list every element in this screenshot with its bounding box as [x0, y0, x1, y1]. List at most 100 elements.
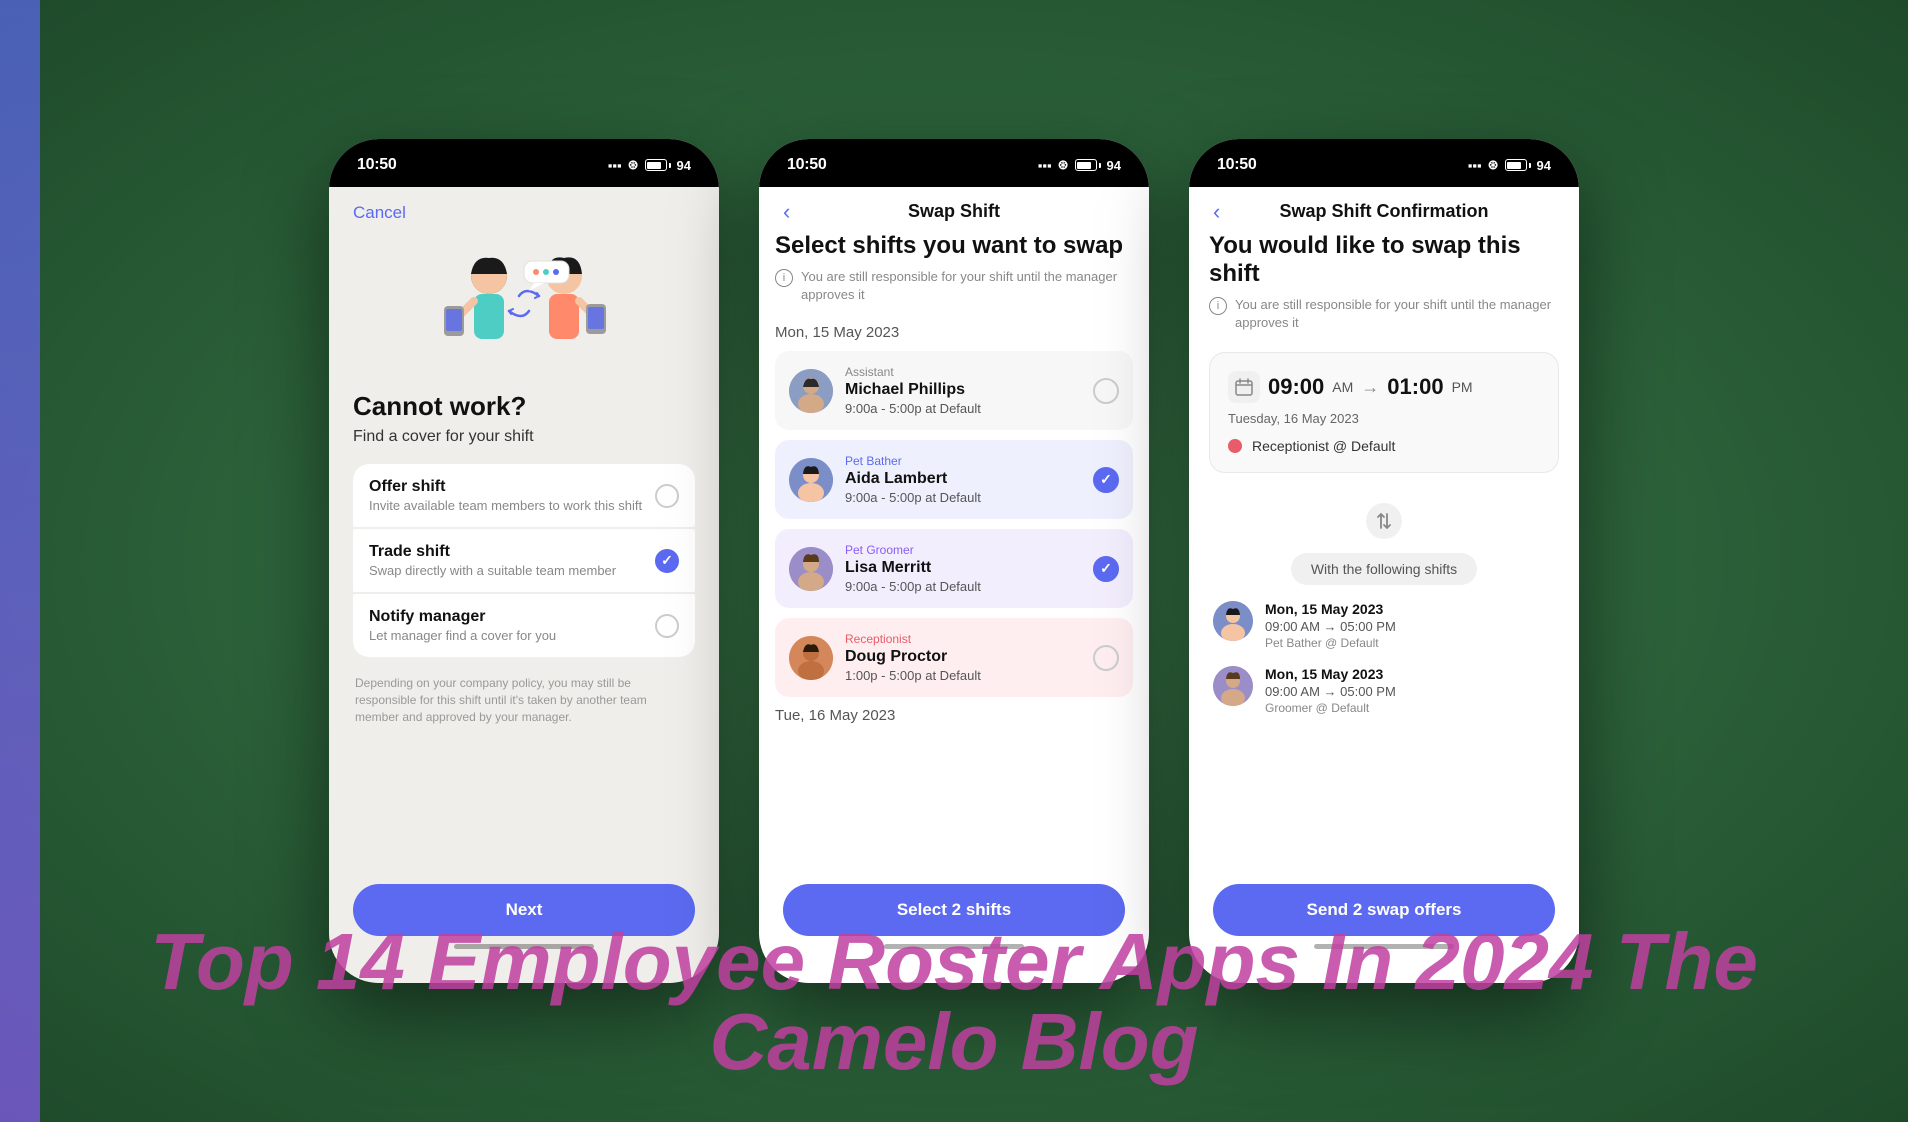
- shift-info-aida: Pet Bather Aida Lambert 9:00a - 5:00p at…: [845, 454, 1081, 505]
- shift-time-aida: 9:00a - 5:00p at Default: [845, 490, 1081, 505]
- shift-role-aida: Pet Bather: [845, 454, 1081, 468]
- avatar-michael: [789, 369, 833, 413]
- shift-info-lisa: Pet Groomer Lisa Merritt 9:00a - 5:00p a…: [845, 543, 1081, 594]
- select-shifts-button[interactable]: Select 2 shifts: [783, 884, 1125, 936]
- status-icons-2: ▪▪▪ ⊛ 94: [1038, 157, 1121, 173]
- left-accent-bar: [0, 0, 40, 1122]
- signal-icon-1: ▪▪▪: [608, 158, 622, 173]
- signal-icon-2: ▪▪▪: [1038, 158, 1052, 173]
- info-icon-2: i: [775, 269, 793, 287]
- notify-manager-desc: Let manager find a cover for you: [369, 628, 556, 643]
- info-banner-3: i You are still responsible for your shi…: [1209, 296, 1559, 332]
- phone3-bottom: Send 2 swap offers: [1189, 868, 1579, 983]
- swap-arrows: [1209, 489, 1559, 553]
- shift-name-aida: Aida Lambert: [845, 470, 1081, 488]
- start-time: 09:00: [1268, 374, 1324, 400]
- policy-note: Depending on your company policy, you ma…: [353, 675, 695, 725]
- status-bar-3: 10:50 ▪▪▪ ⊛ 94: [1189, 139, 1579, 187]
- phone-1: 10:50 ▪▪▪ ⊛ 94 Cancel: [329, 139, 719, 983]
- shift-select-michael[interactable]: [1093, 378, 1119, 404]
- phone1-illustration: [329, 231, 719, 391]
- option-notify-manager[interactable]: Notify manager Let manager find a cover …: [353, 594, 695, 657]
- with-following-row: With the following shifts: [1209, 553, 1559, 585]
- shift-card-lisa[interactable]: Pet Groomer Lisa Merritt 9:00a - 5:00p a…: [775, 529, 1133, 608]
- swap-date-1: Mon, 15 May 2023: [1265, 601, 1396, 617]
- swap-avatar-1: [1213, 601, 1253, 641]
- avatar-aida: [789, 458, 833, 502]
- conf-role-text: Receptionist @ Default: [1252, 438, 1395, 454]
- end-time: 01:00: [1387, 374, 1443, 400]
- avatar-doug: [789, 636, 833, 680]
- end-period: PM: [1452, 379, 1473, 395]
- wifi-icon-1: ⊛: [628, 157, 639, 173]
- conf-time: 09:00 AM → 01:00 PM: [1268, 374, 1473, 400]
- notify-manager-radio[interactable]: [655, 614, 679, 638]
- role-dot: [1228, 439, 1242, 453]
- shift-select-lisa[interactable]: [1093, 556, 1119, 582]
- phone2-bottom: Select 2 shifts: [759, 868, 1149, 983]
- shift-name-michael: Michael Phillips: [845, 381, 1081, 399]
- conf-role-row: Receptionist @ Default: [1228, 438, 1540, 454]
- shift-card-doug[interactable]: Receptionist Doug Proctor 1:00p - 5:00p …: [775, 618, 1133, 697]
- cannot-work-title: Cannot work?: [353, 391, 695, 422]
- section-title-2: Select shifts you want to swap: [775, 232, 1133, 260]
- offer-shift-desc: Invite available team members to work th…: [369, 498, 642, 513]
- phone1-bottom: Next: [329, 868, 719, 983]
- time-1: 10:50: [357, 156, 396, 174]
- send-swap-offers-button[interactable]: Send 2 swap offers: [1213, 884, 1555, 936]
- shift-role-michael: Assistant: [845, 365, 1081, 379]
- time-3: 10:50: [1217, 156, 1256, 174]
- cancel-button[interactable]: Cancel: [353, 203, 406, 222]
- phone3-content: You would like to swap this shift i You …: [1189, 232, 1579, 868]
- time-arrow: →: [1361, 377, 1379, 398]
- info-text-2: You are still responsible for your shift…: [801, 268, 1133, 304]
- battery-pct-3: 94: [1537, 158, 1551, 173]
- swap-shift-details-1: Mon, 15 May 2023 09:00 AM → 05:00 PM Pet…: [1265, 601, 1396, 650]
- phone1-main: Cannot work? Find a cover for your shift…: [329, 391, 719, 868]
- phones-container: 10:50 ▪▪▪ ⊛ 94 Cancel: [309, 119, 1599, 1003]
- time-2: 10:50: [787, 156, 826, 174]
- swap-time-2: 09:00 AM → 05:00 PM: [1265, 684, 1396, 699]
- trade-shift-text: Trade shift Swap directly with a suitabl…: [369, 543, 616, 578]
- shift-name-lisa: Lisa Merritt: [845, 559, 1081, 577]
- start-period: AM: [1332, 379, 1353, 395]
- shift-select-aida[interactable]: [1093, 467, 1119, 493]
- shift-select-doug[interactable]: [1093, 645, 1119, 671]
- wifi-icon-3: ⊛: [1488, 157, 1499, 173]
- phone1-header: Cancel: [329, 187, 719, 231]
- find-cover-subtitle: Find a cover for your shift: [353, 428, 695, 446]
- back-button-2[interactable]: ‹: [783, 199, 790, 225]
- swap-shift-details-2: Mon, 15 May 2023 09:00 AM → 05:00 PM Gro…: [1265, 666, 1396, 715]
- phone-2: 10:50 ▪▪▪ ⊛ 94 ‹ Swap Shift Select shift…: [759, 139, 1149, 983]
- phone2-content: Select shifts you want to swap i You are…: [759, 232, 1149, 868]
- shift-name-doug: Doug Proctor: [845, 648, 1081, 666]
- option-trade-shift[interactable]: Trade shift Swap directly with a suitabl…: [353, 529, 695, 592]
- shift-card-aida[interactable]: Pet Bather Aida Lambert 9:00a - 5:00p at…: [775, 440, 1133, 519]
- wifi-icon-2: ⊛: [1058, 157, 1069, 173]
- info-text-3: You are still responsible for your shift…: [1235, 296, 1559, 332]
- battery-pct-1: 94: [677, 158, 691, 173]
- conf-date: Tuesday, 16 May 2023: [1228, 411, 1540, 426]
- swap-time-1: 09:00 AM → 05:00 PM: [1265, 619, 1396, 634]
- offer-shift-radio[interactable]: [655, 484, 679, 508]
- section-title-3: You would like to swap this shift: [1209, 232, 1559, 288]
- offer-shift-title: Offer shift: [369, 478, 642, 496]
- option-offer-shift[interactable]: Offer shift Invite available team member…: [353, 464, 695, 527]
- shift-time-doug: 1:00p - 5:00p at Default: [845, 668, 1081, 683]
- status-icons-1: ▪▪▪ ⊛ 94: [608, 157, 691, 173]
- trade-shift-radio[interactable]: [655, 549, 679, 573]
- next-button[interactable]: Next: [353, 884, 695, 936]
- shift-info-michael: Assistant Michael Phillips 9:00a - 5:00p…: [845, 365, 1081, 416]
- shift-info-doug: Receptionist Doug Proctor 1:00p - 5:00p …: [845, 632, 1081, 683]
- conf-time-row: 09:00 AM → 01:00 PM: [1228, 371, 1540, 403]
- phone3-nav: ‹ Swap Shift Confirmation: [1189, 187, 1579, 232]
- battery-pct-2: 94: [1107, 158, 1121, 173]
- date-label-2: Tue, 16 May 2023: [775, 707, 1133, 724]
- swap-shift-item-2: Mon, 15 May 2023 09:00 AM → 05:00 PM Gro…: [1209, 666, 1559, 715]
- nav-title-3: Swap Shift Confirmation: [1280, 201, 1489, 222]
- back-button-3[interactable]: ‹: [1213, 199, 1220, 225]
- shift-card-michael[interactable]: Assistant Michael Phillips 9:00a - 5:00p…: [775, 351, 1133, 430]
- status-icons-3: ▪▪▪ ⊛ 94: [1468, 157, 1551, 173]
- swap-avatar-2: [1213, 666, 1253, 706]
- status-bar-2: 10:50 ▪▪▪ ⊛ 94: [759, 139, 1149, 187]
